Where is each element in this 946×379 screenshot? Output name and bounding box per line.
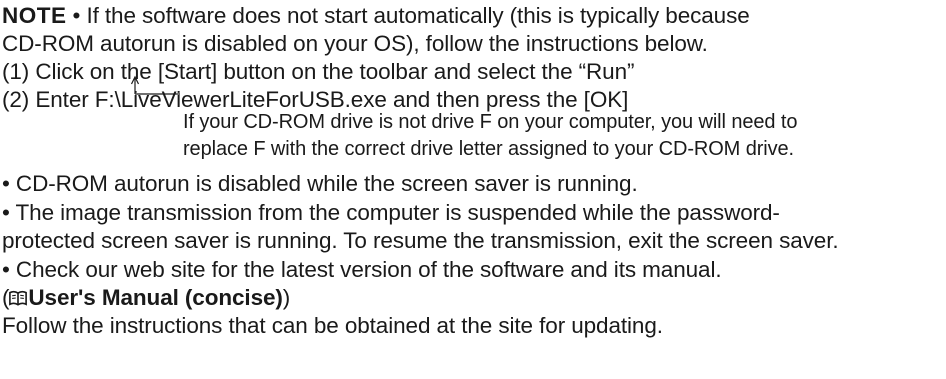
note-intro-text: • If the software does not start automat… xyxy=(72,3,750,28)
bullet-transmission-line-2: protected screen saver is running. To re… xyxy=(2,228,839,253)
note-section: NOTE • If the software does not start aut… xyxy=(0,0,946,379)
bullet-website: • Check our web site for the latest vers… xyxy=(2,257,722,282)
manual-link: User's Manual (concise) xyxy=(28,285,283,310)
manual-paren-close: ) xyxy=(282,285,291,310)
manual-paren-open: ( xyxy=(2,285,10,310)
manual-reference: ( User's Manual (concise)) xyxy=(2,284,290,312)
drive-letter-callout-line-2: replace F with the correct drive letter … xyxy=(183,138,794,160)
bullet-transmission-line-1: • The image transmission from the comput… xyxy=(2,200,780,225)
note-intro-line-2: CD-ROM autorun is disabled on your OS), … xyxy=(2,31,708,56)
note-label: NOTE xyxy=(2,3,67,28)
drive-letter-callout-line-1: If your CD-ROM drive is not drive F on y… xyxy=(183,111,798,133)
book-icon xyxy=(9,290,28,306)
note-intro-line-1: NOTE • If the software does not start aut… xyxy=(2,2,750,30)
callout-connector-arrow xyxy=(130,75,180,95)
bullet-autorun: • CD-ROM autorun is disabled while the s… xyxy=(2,171,638,196)
instruction-step-1: (1) Click on the [Start] button on the t… xyxy=(2,59,635,84)
update-instructions: Follow the instructions that can be obta… xyxy=(2,313,663,338)
